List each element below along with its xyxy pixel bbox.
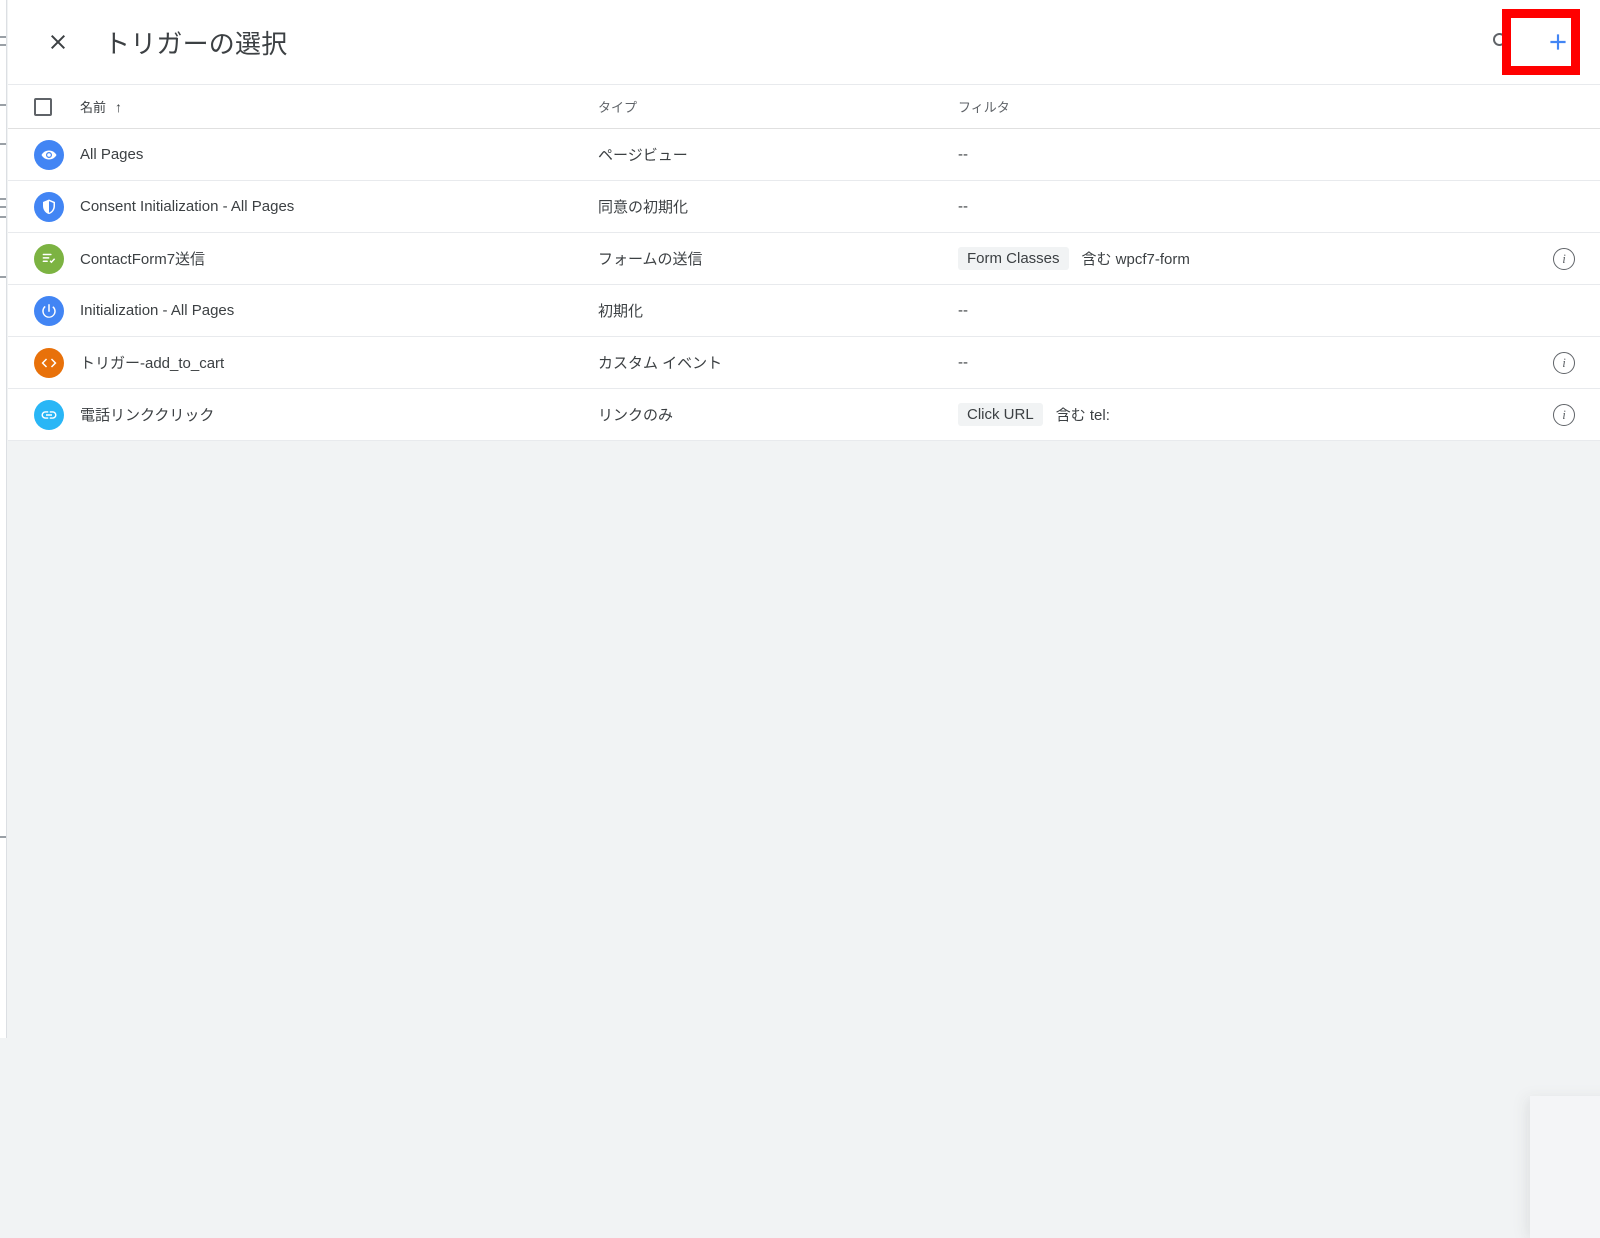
trigger-info-cell: i [1528,247,1600,270]
filter-condition: 含む tel: [1055,407,1110,424]
table-body: All Pages ページビュー -- Consent Initialization … [8,129,1600,441]
filter-chip: Form Classes [958,247,1069,270]
trigger-icon-cell [34,295,80,326]
close-icon [51,35,65,49]
column-header-filter[interactable]: フィルタ [958,97,1528,116]
search-button[interactable] [1478,18,1526,66]
filter-empty: -- [958,302,968,319]
trigger-name: トリガー-add_to_cart [80,355,225,372]
background-panel-ghost [1530,1096,1600,1238]
shield-consent-icon [34,191,64,222]
select-all-checkbox[interactable] [34,97,52,116]
filter-empty: -- [958,354,968,371]
trigger-name: All Pages [80,146,144,163]
table-row[interactable]: Initialization - All Pages 初期化 -- [8,285,1600,337]
empty-list-area [8,448,1600,1238]
header-actions [1478,18,1582,66]
filter-chip: Click URL [958,403,1043,426]
plus-icon [1550,34,1566,50]
table-row[interactable]: All Pages ページビュー -- [8,129,1600,181]
trigger-info-cell: i [1528,351,1600,374]
close-button[interactable] [34,18,82,66]
trigger-icon-cell [34,347,80,378]
trigger-filter: Form Classes 含む wpcf7-form [958,247,1528,270]
trigger-type: ページビュー [598,147,688,164]
search-icon [1493,33,1511,51]
trigger-icon-cell [34,243,80,274]
trigger-icon-cell [34,191,80,222]
filter-empty: -- [958,146,968,163]
underlying-page-sliver [0,0,7,1038]
dialog-header: トリガーの選択 [8,0,1600,84]
select-trigger-dialog: トリガーの選択 名前 ↑ タイプ フィルタ All Pages ページビュー -… [8,0,1600,1238]
triggers-table: 名前 ↑ タイプ フィルタ All Pages ページビュー -- Consent I… [8,84,1600,441]
table-header-row: 名前 ↑ タイプ フィルタ [8,85,1600,129]
select-all-cell [34,97,80,116]
trigger-type: 同意の初期化 [598,199,689,216]
trigger-name: ContactForm7送信 [80,251,206,268]
info-icon[interactable]: i [1553,403,1575,426]
trigger-type: リンクのみ [598,407,674,424]
custom-event-code-icon [34,347,64,378]
table-row[interactable]: 電話リンククリック リンクのみ Click URL 含む tel: i [8,389,1600,441]
column-header-type[interactable]: タイプ [598,97,958,116]
filter-empty: -- [958,198,968,215]
table-row[interactable]: ContactForm7送信 フォームの送信 Form Classes 含む wpcf… [8,233,1600,285]
trigger-filter: -- [958,146,1528,163]
table-row[interactable]: トリガー-add_to_cart カスタム イベント -- i [8,337,1600,389]
table-row[interactable]: Consent Initialization - All Pages 同意の初期化… [8,181,1600,233]
form-submit-icon [34,243,64,274]
trigger-filter: -- [958,302,1528,319]
page-title: トリガーの選択 [104,28,288,59]
pageview-icon [34,139,64,170]
trigger-type: フォームの送信 [598,251,703,268]
link-click-icon [34,399,64,430]
trigger-name: Initialization - All Pages [80,302,235,319]
add-trigger-button[interactable] [1534,18,1582,66]
info-icon[interactable]: i [1553,351,1575,374]
trigger-name: Consent Initialization - All Pages [80,198,295,215]
trigger-icon-cell [34,139,80,170]
trigger-type: カスタム イベント [598,355,723,372]
power-initialization-icon [34,295,64,326]
info-icon[interactable]: i [1553,247,1575,270]
trigger-type: 初期化 [598,303,644,320]
trigger-filter: Click URL 含む tel: [958,403,1528,426]
column-header-name[interactable]: 名前 ↑ [80,97,598,116]
sort-ascending-icon: ↑ [115,98,123,115]
trigger-filter: -- [958,354,1528,371]
column-header-name-label: 名前 [80,100,107,115]
trigger-info-cell: i [1528,403,1600,426]
filter-condition: 含む wpcf7-form [1081,251,1190,268]
trigger-icon-cell [34,399,80,430]
trigger-name: 電話リンククリック [80,407,215,424]
trigger-filter: -- [958,198,1528,215]
